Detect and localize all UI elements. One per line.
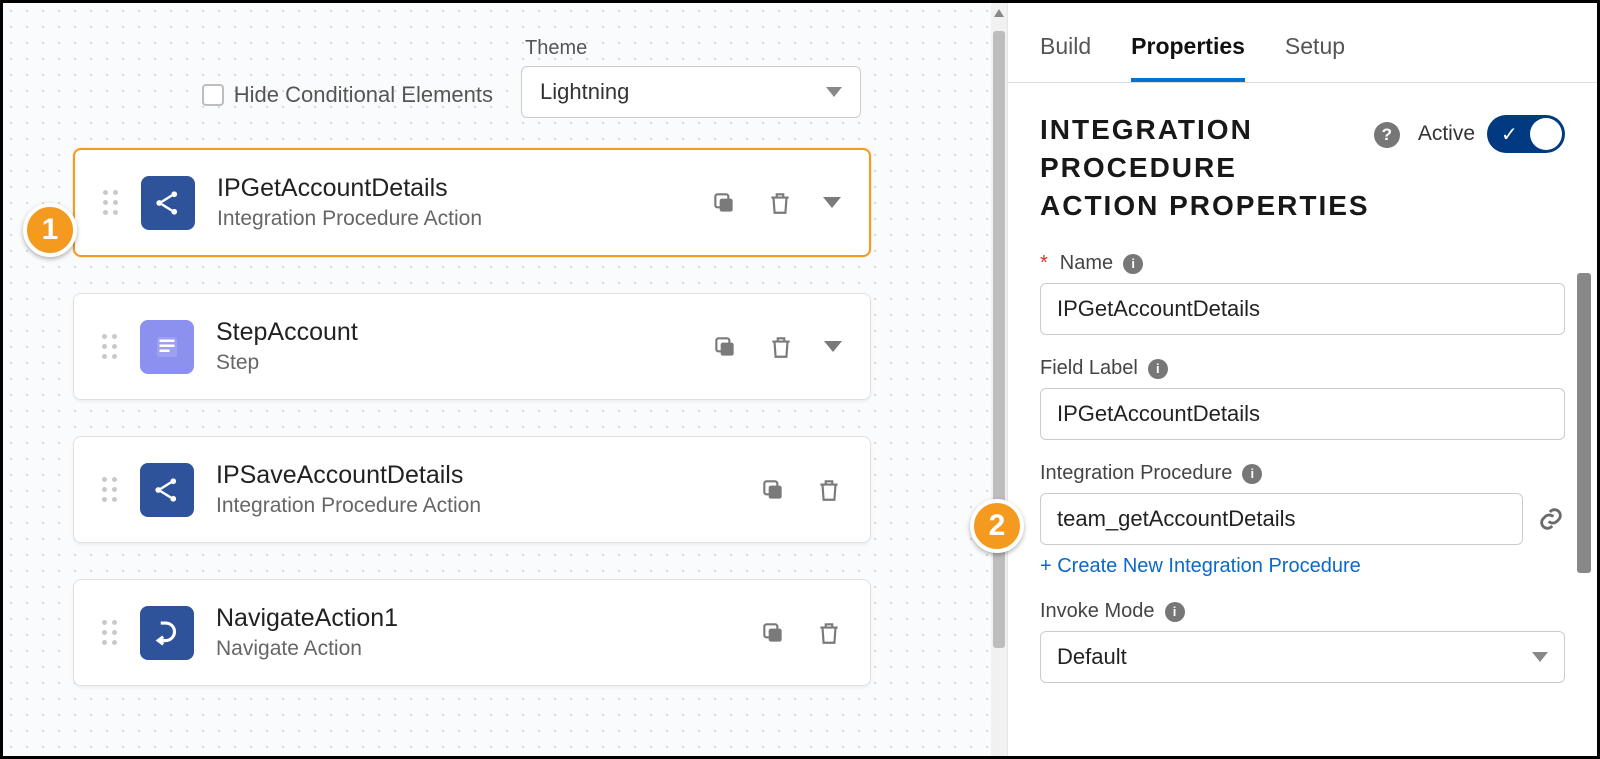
tab-build[interactable]: Build: [1040, 19, 1091, 82]
canvas-area: 1 Hide Conditional Elements Theme Lightn…: [3, 3, 991, 756]
drag-handle[interactable]: [102, 620, 122, 645]
copy-icon[interactable]: [760, 477, 786, 503]
name-input[interactable]: [1040, 283, 1565, 335]
panel-title: INTEGRATION PROCEDURE ACTION PROPERTIES: [1040, 111, 1370, 224]
copy-icon[interactable]: [712, 334, 738, 360]
delete-icon[interactable]: [816, 477, 842, 503]
field-label-input[interactable]: [1040, 388, 1565, 440]
copy-icon[interactable]: [760, 620, 786, 646]
hide-conditional-label: Hide Conditional Elements: [234, 82, 493, 108]
expand-icon[interactable]: [823, 197, 841, 208]
invoke-mode-value: Default: [1057, 644, 1127, 670]
card-subtitle: Integration Procedure Action: [217, 207, 711, 231]
element-ip-save-account-details[interactable]: IPSaveAccountDetails Integration Procedu…: [73, 436, 871, 543]
drag-handle[interactable]: [102, 477, 122, 502]
drag-handle[interactable]: [102, 334, 122, 359]
hide-conditional-checkbox[interactable]: [202, 84, 224, 106]
tab-properties[interactable]: Properties: [1131, 19, 1245, 82]
card-title: IPGetAccountDetails: [217, 174, 711, 203]
info-icon[interactable]: i: [1165, 602, 1185, 622]
card-subtitle: Integration Procedure Action: [216, 494, 760, 518]
theme-select[interactable]: Lightning: [521, 66, 861, 118]
info-icon[interactable]: i: [1242, 464, 1262, 484]
properties-panel: Build Properties Setup INTEGRATION PROCE…: [1007, 3, 1597, 756]
element-ip-get-account-details[interactable]: IPGetAccountDetails Integration Procedur…: [73, 148, 871, 257]
chevron-down-icon: [1532, 652, 1548, 662]
field-label-label: Field Label: [1040, 357, 1138, 380]
integration-procedure-label: Integration Procedure: [1040, 462, 1232, 485]
navigate-icon: [140, 606, 194, 660]
chevron-down-icon: [826, 87, 842, 97]
info-icon[interactable]: i: [1148, 359, 1168, 379]
callout-badge-1: 1: [23, 203, 77, 257]
integration-procedure-icon: [141, 176, 195, 230]
canvas-scrollbar[interactable]: [991, 3, 1007, 756]
theme-select-value: Lightning: [540, 79, 629, 105]
expand-icon[interactable]: [824, 341, 842, 352]
delete-icon[interactable]: [767, 190, 793, 216]
step-icon: [140, 320, 194, 374]
integration-procedure-input[interactable]: [1040, 493, 1523, 545]
card-title: IPSaveAccountDetails: [216, 461, 760, 490]
canvas-top-controls: Hide Conditional Elements Theme Lightnin…: [23, 37, 861, 118]
info-icon[interactable]: i: [1123, 254, 1143, 274]
integration-procedure-icon: [140, 463, 194, 517]
theme-label: Theme: [525, 37, 861, 60]
copy-icon[interactable]: [711, 190, 737, 216]
name-label: Name: [1060, 252, 1113, 275]
create-new-ip-link[interactable]: + Create New Integration Procedure: [1040, 555, 1361, 578]
drag-handle[interactable]: [103, 190, 123, 215]
panel-tabs: Build Properties Setup: [1008, 19, 1597, 83]
delete-icon[interactable]: [816, 620, 842, 646]
invoke-mode-select[interactable]: Default: [1040, 631, 1565, 683]
card-subtitle: Navigate Action: [216, 637, 760, 661]
delete-icon[interactable]: [768, 334, 794, 360]
card-title: NavigateAction1: [216, 604, 760, 633]
help-icon[interactable]: ?: [1374, 122, 1400, 148]
card-title: StepAccount: [216, 318, 712, 347]
invoke-mode-label: Invoke Mode: [1040, 600, 1155, 623]
panel-scrollbar[interactable]: [1577, 3, 1591, 756]
element-navigate-action-1[interactable]: NavigateAction1 Navigate Action: [73, 579, 871, 686]
card-subtitle: Step: [216, 351, 712, 375]
callout-badge-2: 2: [970, 499, 1024, 553]
tab-setup[interactable]: Setup: [1285, 19, 1345, 82]
element-step-account[interactable]: StepAccount Step: [73, 293, 871, 400]
active-toggle-label: Active: [1418, 122, 1475, 146]
link-icon[interactable]: [1537, 505, 1565, 533]
active-toggle[interactable]: ✓: [1487, 115, 1565, 153]
